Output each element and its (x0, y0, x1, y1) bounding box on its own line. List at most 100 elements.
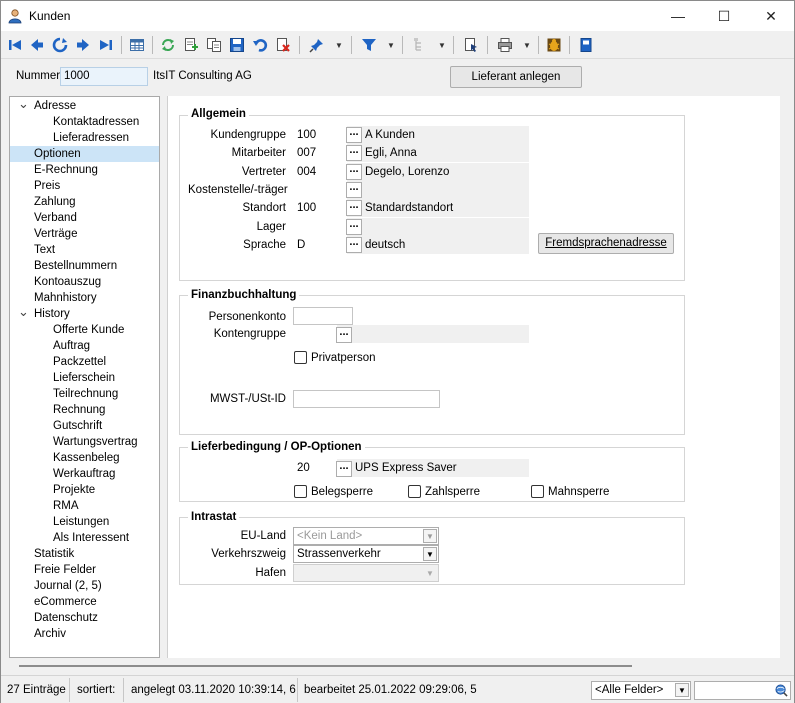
prev-icon[interactable] (27, 35, 47, 55)
reload-icon[interactable] (158, 35, 178, 55)
tree-item[interactable]: Projekte (53, 482, 95, 498)
tree-item[interactable]: Als Interessent (53, 530, 129, 546)
tree-item[interactable]: Statistik (34, 546, 74, 562)
refresh-record-icon[interactable] (50, 35, 70, 55)
tree-collapse-icon[interactable]: ⌄ (18, 97, 29, 110)
intrastat-title: Intrastat (188, 511, 240, 523)
tree-item[interactable]: Werkauftrag (53, 466, 115, 482)
tree-item[interactable]: Text (34, 242, 55, 258)
last-icon[interactable] (96, 35, 116, 55)
tree-item[interactable]: Rechnung (53, 402, 105, 418)
undo-icon[interactable] (250, 35, 270, 55)
allgemein-field[interactable]: 100 (293, 199, 347, 218)
allgemein-field[interactable]: 007 (293, 144, 347, 163)
tree-item[interactable]: Auftrag (53, 338, 90, 354)
lookup-button[interactable]: ... (346, 218, 362, 235)
horizontal-scrollbar[interactable] (19, 665, 632, 667)
mahnsperre-checkbox[interactable] (531, 485, 544, 498)
new-record-icon[interactable] (181, 35, 201, 55)
lookup-button[interactable]: ... (346, 181, 362, 198)
search-globe-icon[interactable] (775, 684, 788, 697)
pin-dropdown-icon[interactable]: ▼ (334, 35, 344, 55)
lookup-button[interactable]: ... (346, 200, 362, 217)
toolbar: ▼ ▼ ▼ ▼ (1, 31, 794, 59)
maximize-button[interactable]: ☐ (701, 1, 747, 31)
filter-dropdown-icon[interactable]: ▼ (386, 35, 396, 55)
print-icon[interactable] (495, 35, 515, 55)
verkehrszweig-select[interactable]: Strassenverkehr ▼ (293, 545, 439, 563)
belegsperre-checkbox[interactable] (294, 485, 307, 498)
first-icon[interactable] (5, 35, 25, 55)
print-dropdown-icon[interactable]: ▼ (522, 35, 532, 55)
next-icon[interactable] (73, 35, 93, 55)
tree-item[interactable]: eCommerce (34, 594, 97, 610)
save-icon[interactable] (227, 35, 247, 55)
help-book-icon[interactable] (576, 35, 596, 55)
euland-select[interactable]: <Kein Land> ▼ (293, 527, 439, 545)
pin-icon[interactable] (307, 35, 327, 55)
tree-item[interactable]: Teilrechnung (53, 386, 118, 402)
tree-item[interactable]: Datenschutz (34, 610, 98, 626)
tree-item[interactable]: Preis (34, 178, 60, 194)
tree-item[interactable]: Lieferadressen (53, 130, 129, 146)
filter-icon[interactable] (359, 35, 379, 55)
privatperson-checkbox[interactable] (294, 351, 307, 364)
tree-item[interactable]: E-Rechnung (34, 162, 98, 178)
mwst-field[interactable] (293, 390, 440, 408)
hierarchy-icon[interactable] (410, 35, 430, 55)
allgemein-field[interactable]: 004 (293, 162, 347, 181)
kontengruppe-lookup-button[interactable]: ... (336, 327, 352, 343)
tree-item[interactable]: Optionen (10, 146, 159, 162)
document-link-icon[interactable] (461, 35, 481, 55)
tree-item[interactable]: Leistungen (53, 514, 109, 530)
copy-icon[interactable] (204, 35, 224, 55)
tree-item[interactable]: Mahnhistory (34, 290, 97, 306)
close-button[interactable]: ✕ (748, 1, 794, 31)
minimize-button[interactable]: — (655, 1, 701, 31)
hierarchy-dropdown-icon[interactable]: ▼ (437, 35, 447, 55)
lieferbedingung-field[interactable]: 20 (293, 459, 337, 477)
fremdsprachenadresse-button[interactable]: Fremdsprachenadresse (538, 233, 674, 254)
tree-item[interactable]: History (34, 306, 70, 322)
tree-item[interactable]: RMA (53, 498, 79, 514)
tree-item[interactable]: Wartungsvertrag (53, 434, 138, 450)
lieferant-anlegen-button[interactable]: Lieferant anlegen (450, 66, 582, 88)
tree-item[interactable]: Verträge (34, 226, 77, 242)
tree-item[interactable]: Adresse (34, 98, 76, 114)
hafen-select[interactable]: ▼ (293, 564, 439, 582)
allgemein-field[interactable]: 100 (293, 126, 347, 144)
quick-search-input[interactable] (694, 681, 791, 700)
lookup-button[interactable]: ... (346, 145, 362, 162)
field-filter-select[interactable]: <Alle Felder> ▼ (591, 681, 691, 700)
tree-item[interactable]: Kontoauszug (34, 274, 101, 290)
tree-item[interactable]: Gutschrift (53, 418, 102, 434)
lookup-button[interactable]: ... (346, 127, 362, 143)
tree-item[interactable]: Zahlung (34, 194, 76, 210)
lookup-button[interactable]: ... (346, 163, 362, 180)
tree-item[interactable]: Archiv (34, 626, 66, 642)
tree-item[interactable]: Verband (34, 210, 77, 226)
entries-count: 27 Einträge (7, 684, 66, 696)
kontengruppe-field[interactable] (293, 325, 337, 343)
allgemein-field[interactable]: D (293, 235, 347, 254)
delete-icon[interactable] (273, 35, 293, 55)
allgemein-field[interactable] (293, 180, 347, 199)
table-view-icon[interactable] (127, 35, 147, 55)
tree-item[interactable]: Packzettel (53, 354, 106, 370)
tree-item[interactable]: Bestellnummern (34, 258, 117, 274)
tree-item[interactable]: Offerte Kunde (53, 322, 124, 338)
tree-item[interactable]: Journal (2, 5) (34, 578, 102, 594)
tree-collapse-icon[interactable]: ⌄ (18, 305, 29, 318)
tree-item[interactable]: Kontaktadressen (53, 114, 139, 130)
allgemein-desc: Standardstandort (365, 202, 454, 215)
bug-icon[interactable] (544, 35, 564, 55)
tree-item[interactable]: Freie Felder (34, 562, 96, 578)
lieferbedingung-lookup-button[interactable]: ... (336, 461, 352, 477)
allgemein-field[interactable] (293, 217, 347, 236)
personenkonto-field[interactable] (293, 307, 353, 325)
nummer-input[interactable]: 1000 (60, 67, 148, 86)
lookup-button[interactable]: ... (346, 236, 362, 253)
tree-item[interactable]: Kassenbeleg (53, 450, 120, 466)
zahlsperre-checkbox[interactable] (408, 485, 421, 498)
tree-item[interactable]: Lieferschein (53, 370, 115, 386)
